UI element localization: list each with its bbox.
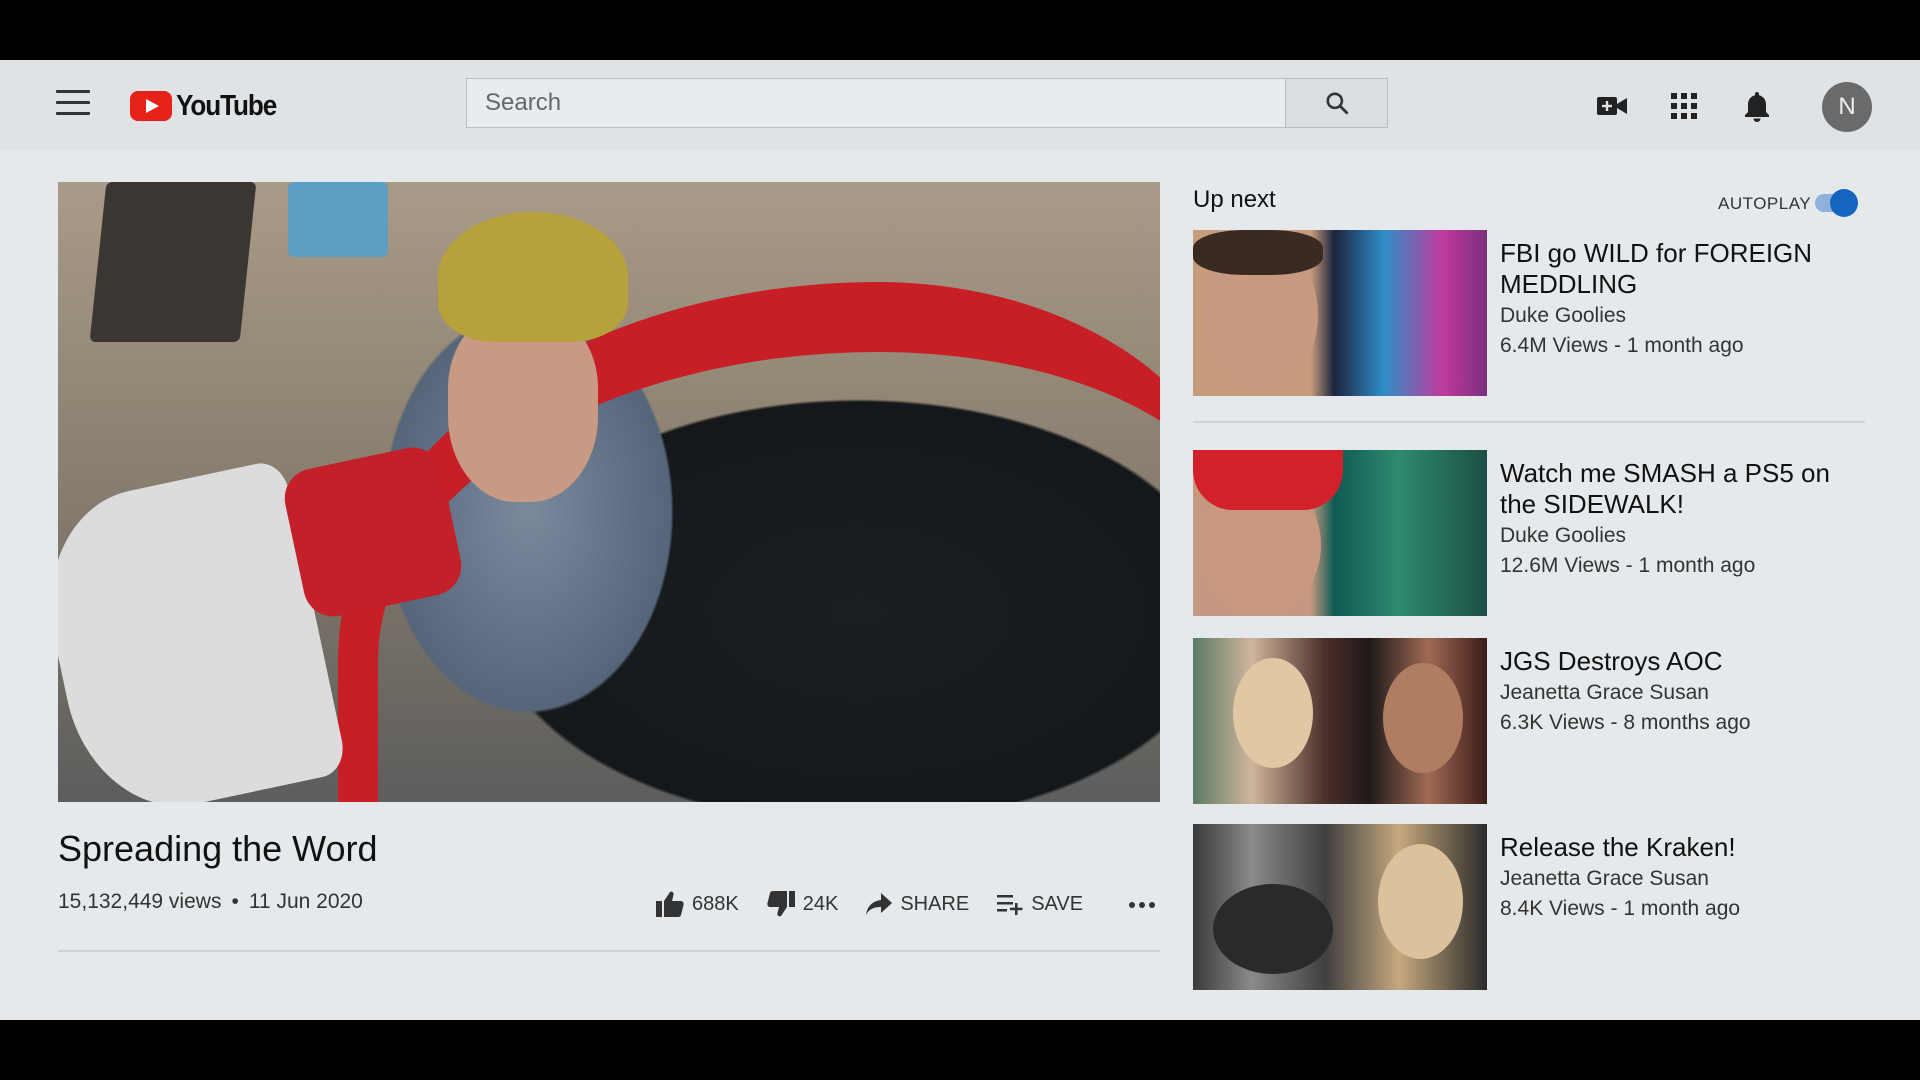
recommendation-title[interactable]: Release the Kraken! xyxy=(1500,832,1860,863)
search-button[interactable] xyxy=(1286,78,1388,128)
recommendation-channel[interactable]: Jeanetta Grace Susan xyxy=(1500,867,1860,891)
video-title: Spreading the Word xyxy=(58,828,378,869)
logo-text: YouTube xyxy=(176,89,277,122)
autoplay-label: AUTOPLAY xyxy=(1718,194,1812,213)
recommendation-channel[interactable]: Duke Goolies xyxy=(1500,304,1860,328)
apps-grid-icon[interactable] xyxy=(1666,88,1702,124)
more-options-icon[interactable] xyxy=(1128,896,1156,914)
recommendation-stats: 6.4M Views - 1 month ago xyxy=(1500,334,1744,357)
youtube-logo[interactable]: YouTube xyxy=(130,86,287,126)
video-meta: 15,132,449 views • 11 Jun 2020 xyxy=(58,890,363,914)
recommendation-thumbnail[interactable] xyxy=(1193,230,1487,396)
up-next-label: Up next xyxy=(1193,186,1276,213)
save-label: SAVE xyxy=(1031,892,1084,915)
recommendation-stats: 12.6M Views - 1 month ago xyxy=(1500,554,1756,577)
share-arrow-icon xyxy=(866,893,893,915)
avatar[interactable]: N xyxy=(1822,82,1872,132)
recommendation-channel[interactable]: Duke Goolies xyxy=(1500,524,1860,548)
share-label: SHARE xyxy=(900,892,970,915)
video-frame-bin-blue xyxy=(288,182,388,257)
thumbs-down-icon xyxy=(767,891,795,917)
like-count: 688K xyxy=(692,892,739,915)
playlist-add-icon xyxy=(997,895,1023,915)
dislike-button[interactable]: 24K xyxy=(767,891,839,917)
save-button[interactable]: SAVE xyxy=(997,893,1083,916)
video-frame-beanie xyxy=(438,212,628,342)
share-button[interactable]: SHARE xyxy=(866,893,969,916)
search-input[interactable] xyxy=(467,79,1287,127)
recommendation-title[interactable]: Watch me SMASH a PS5 on the SIDEWALK! xyxy=(1500,458,1860,520)
recommendation-info: JGS Destroys AOC Jeanetta Grace Susan 6.… xyxy=(1500,646,1860,735)
view-count: 15,132,449 views xyxy=(58,890,222,913)
upload-date: 11 Jun 2020 xyxy=(248,890,363,913)
meta-separator: • xyxy=(231,890,239,913)
recommendation-channel[interactable]: Jeanetta Grace Susan xyxy=(1500,681,1860,705)
menu-icon[interactable] xyxy=(56,90,90,120)
recommendation-info: FBI go WILD for FOREIGN MEDDLING Duke Go… xyxy=(1500,238,1860,358)
youtube-logo-icon xyxy=(130,91,172,121)
recommendation-stats: 8.4K Views - 1 month ago xyxy=(1500,897,1741,920)
search-box xyxy=(466,78,1287,128)
recommendation-title[interactable]: FBI go WILD for FOREIGN MEDDLING xyxy=(1500,238,1860,300)
create-video-icon[interactable] xyxy=(1594,88,1630,124)
recommendation-thumbnail[interactable] xyxy=(1193,638,1487,804)
content-divider xyxy=(58,950,1160,952)
video-actions: 688K 24K SHARE SAVE xyxy=(656,884,1111,924)
video-player[interactable] xyxy=(58,182,1160,802)
top-header: YouTube Search N xyxy=(0,60,1920,150)
thumbs-up-icon xyxy=(656,891,684,917)
autoplay-toggle-knob[interactable] xyxy=(1830,189,1858,217)
recommendation-divider xyxy=(1193,421,1865,423)
search-icon xyxy=(1325,92,1348,115)
recommendation-info: Watch me SMASH a PS5 on the SIDEWALK! Du… xyxy=(1500,458,1860,578)
recommendation-thumbnail[interactable] xyxy=(1193,450,1487,616)
dislike-count: 24K xyxy=(802,892,839,915)
recommendation-item[interactable]: JGS Destroys AOC Jeanetta Grace Susan 6.… xyxy=(1193,638,1863,804)
recommendation-item[interactable]: Watch me SMASH a PS5 on the SIDEWALK! Du… xyxy=(1193,450,1863,616)
recommendation-item[interactable]: FBI go WILD for FOREIGN MEDDLING Duke Go… xyxy=(1193,230,1863,396)
bell-icon[interactable] xyxy=(1739,88,1775,124)
recommendation-item[interactable]: Release the Kraken! Jeanetta Grace Susan… xyxy=(1193,824,1863,990)
recommendation-info: Release the Kraken! Jeanetta Grace Susan… xyxy=(1500,832,1860,921)
recommendation-thumbnail[interactable] xyxy=(1193,824,1487,990)
recommendation-stats: 6.3K Views - 8 months ago xyxy=(1500,711,1751,734)
recommendation-title[interactable]: JGS Destroys AOC xyxy=(1500,646,1860,677)
like-button[interactable]: 688K xyxy=(656,891,739,917)
app-screen: YouTube Search N Spreading the Word 15,1… xyxy=(0,60,1920,1020)
video-frame-bin xyxy=(89,182,257,342)
